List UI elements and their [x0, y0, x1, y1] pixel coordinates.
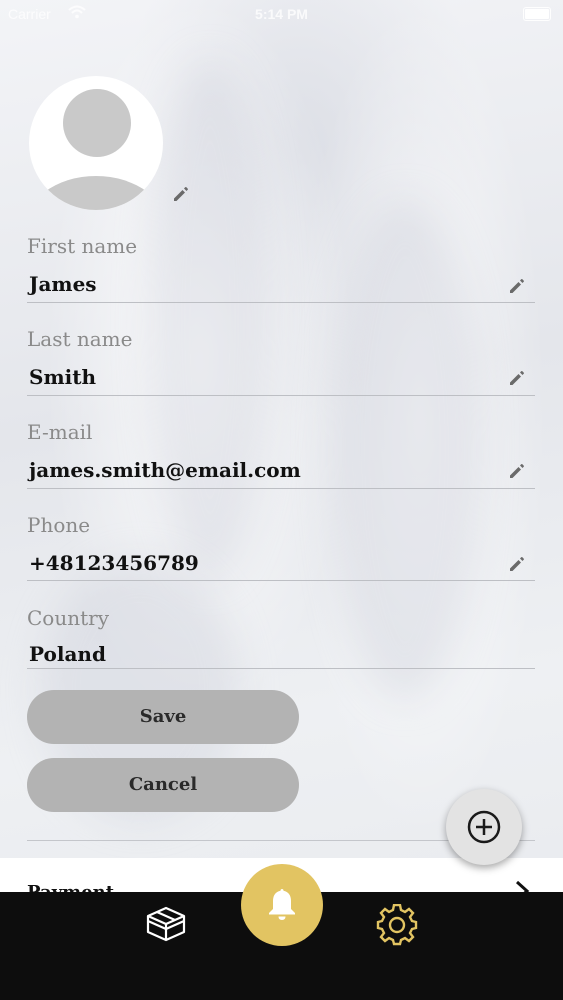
country-field[interactable]: Poland	[29, 642, 106, 666]
profile-avatar[interactable]	[29, 76, 163, 210]
avatar-head-shape	[63, 89, 131, 157]
avatar-body-shape	[29, 176, 163, 210]
phone-label: Phone	[27, 513, 91, 537]
battery-icon	[523, 7, 551, 21]
last-name-field[interactable]: Smith	[29, 365, 96, 389]
edit-avatar-pencil-icon[interactable]	[171, 184, 191, 204]
notifications-button[interactable]	[241, 864, 323, 946]
first-name-label: First name	[27, 234, 138, 258]
phone-underline	[27, 580, 535, 581]
add-fab-button[interactable]	[446, 789, 522, 865]
box-icon[interactable]	[144, 905, 188, 947]
clock-label: 5:14 PM	[255, 6, 308, 22]
country-underline	[27, 668, 535, 669]
bell-icon	[269, 889, 295, 920]
first-name-field[interactable]: James	[29, 272, 97, 296]
phone-field[interactable]: +48123456789	[29, 551, 199, 575]
email-field[interactable]: james.smith@email.com	[29, 458, 301, 482]
edit-phone-pencil-icon[interactable]	[507, 554, 527, 574]
status-bar: Carrier 5:14 PM	[0, 0, 563, 30]
gear-icon[interactable]	[376, 903, 418, 950]
cancel-button[interactable]: Cancel	[27, 758, 299, 812]
country-label: Country	[27, 606, 110, 630]
edit-last-name-pencil-icon[interactable]	[507, 368, 527, 388]
first-name-underline	[27, 302, 535, 303]
edit-email-pencil-icon[interactable]	[507, 461, 527, 481]
email-label: E-mail	[27, 420, 93, 444]
shirt-fold	[330, 200, 480, 700]
add-circle-icon	[467, 810, 501, 844]
save-button[interactable]: Save	[27, 690, 299, 744]
email-underline	[27, 488, 535, 489]
shirt-fold	[150, 60, 270, 580]
edit-first-name-pencil-icon[interactable]	[507, 276, 527, 296]
last-name-label: Last name	[27, 327, 133, 351]
last-name-underline	[27, 395, 535, 396]
